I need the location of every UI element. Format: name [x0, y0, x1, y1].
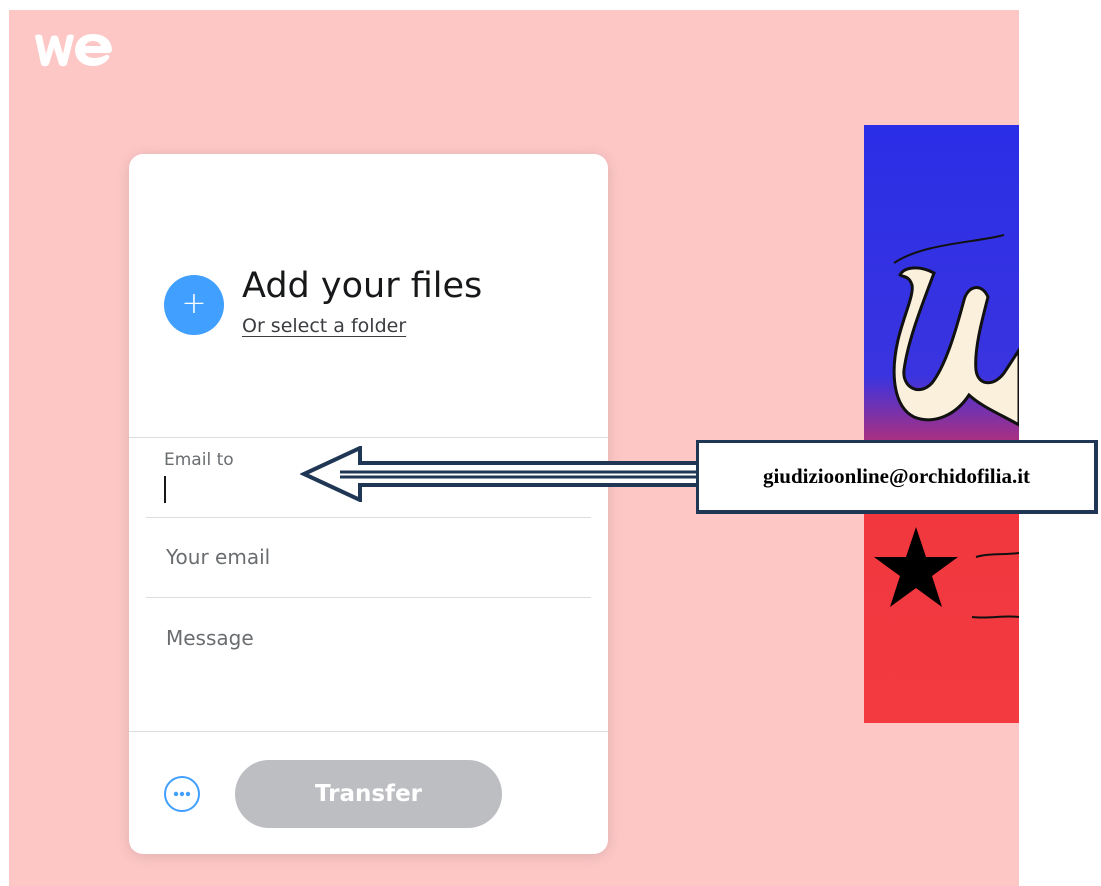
- select-folder-link[interactable]: Or select a folder: [242, 315, 406, 337]
- plus-icon: +: [181, 286, 207, 321]
- ellipsis-icon: [173, 791, 191, 797]
- add-files-title[interactable]: Add your files: [242, 266, 482, 306]
- annotation-arrow: [300, 446, 700, 502]
- divider: [129, 731, 608, 732]
- annotation-callout: giudizioonline@orchidofilia.it: [696, 440, 1098, 514]
- add-files-button[interactable]: +: [164, 275, 224, 335]
- divider: [146, 597, 591, 598]
- your-email-field[interactable]: Your email: [166, 545, 270, 569]
- annotation-email-text: giudizioonline@orchidofilia.it: [762, 464, 1031, 488]
- transfer-button[interactable]: Transfer: [235, 760, 502, 828]
- upload-panel: + Add your files Or select a folder Emai…: [129, 154, 608, 854]
- advertisement-artwork[interactable]: [864, 125, 1019, 723]
- wetransfer-logo[interactable]: [31, 28, 115, 72]
- divider: [146, 517, 591, 518]
- message-field[interactable]: Message: [166, 626, 254, 650]
- more-options-button[interactable]: [164, 776, 200, 812]
